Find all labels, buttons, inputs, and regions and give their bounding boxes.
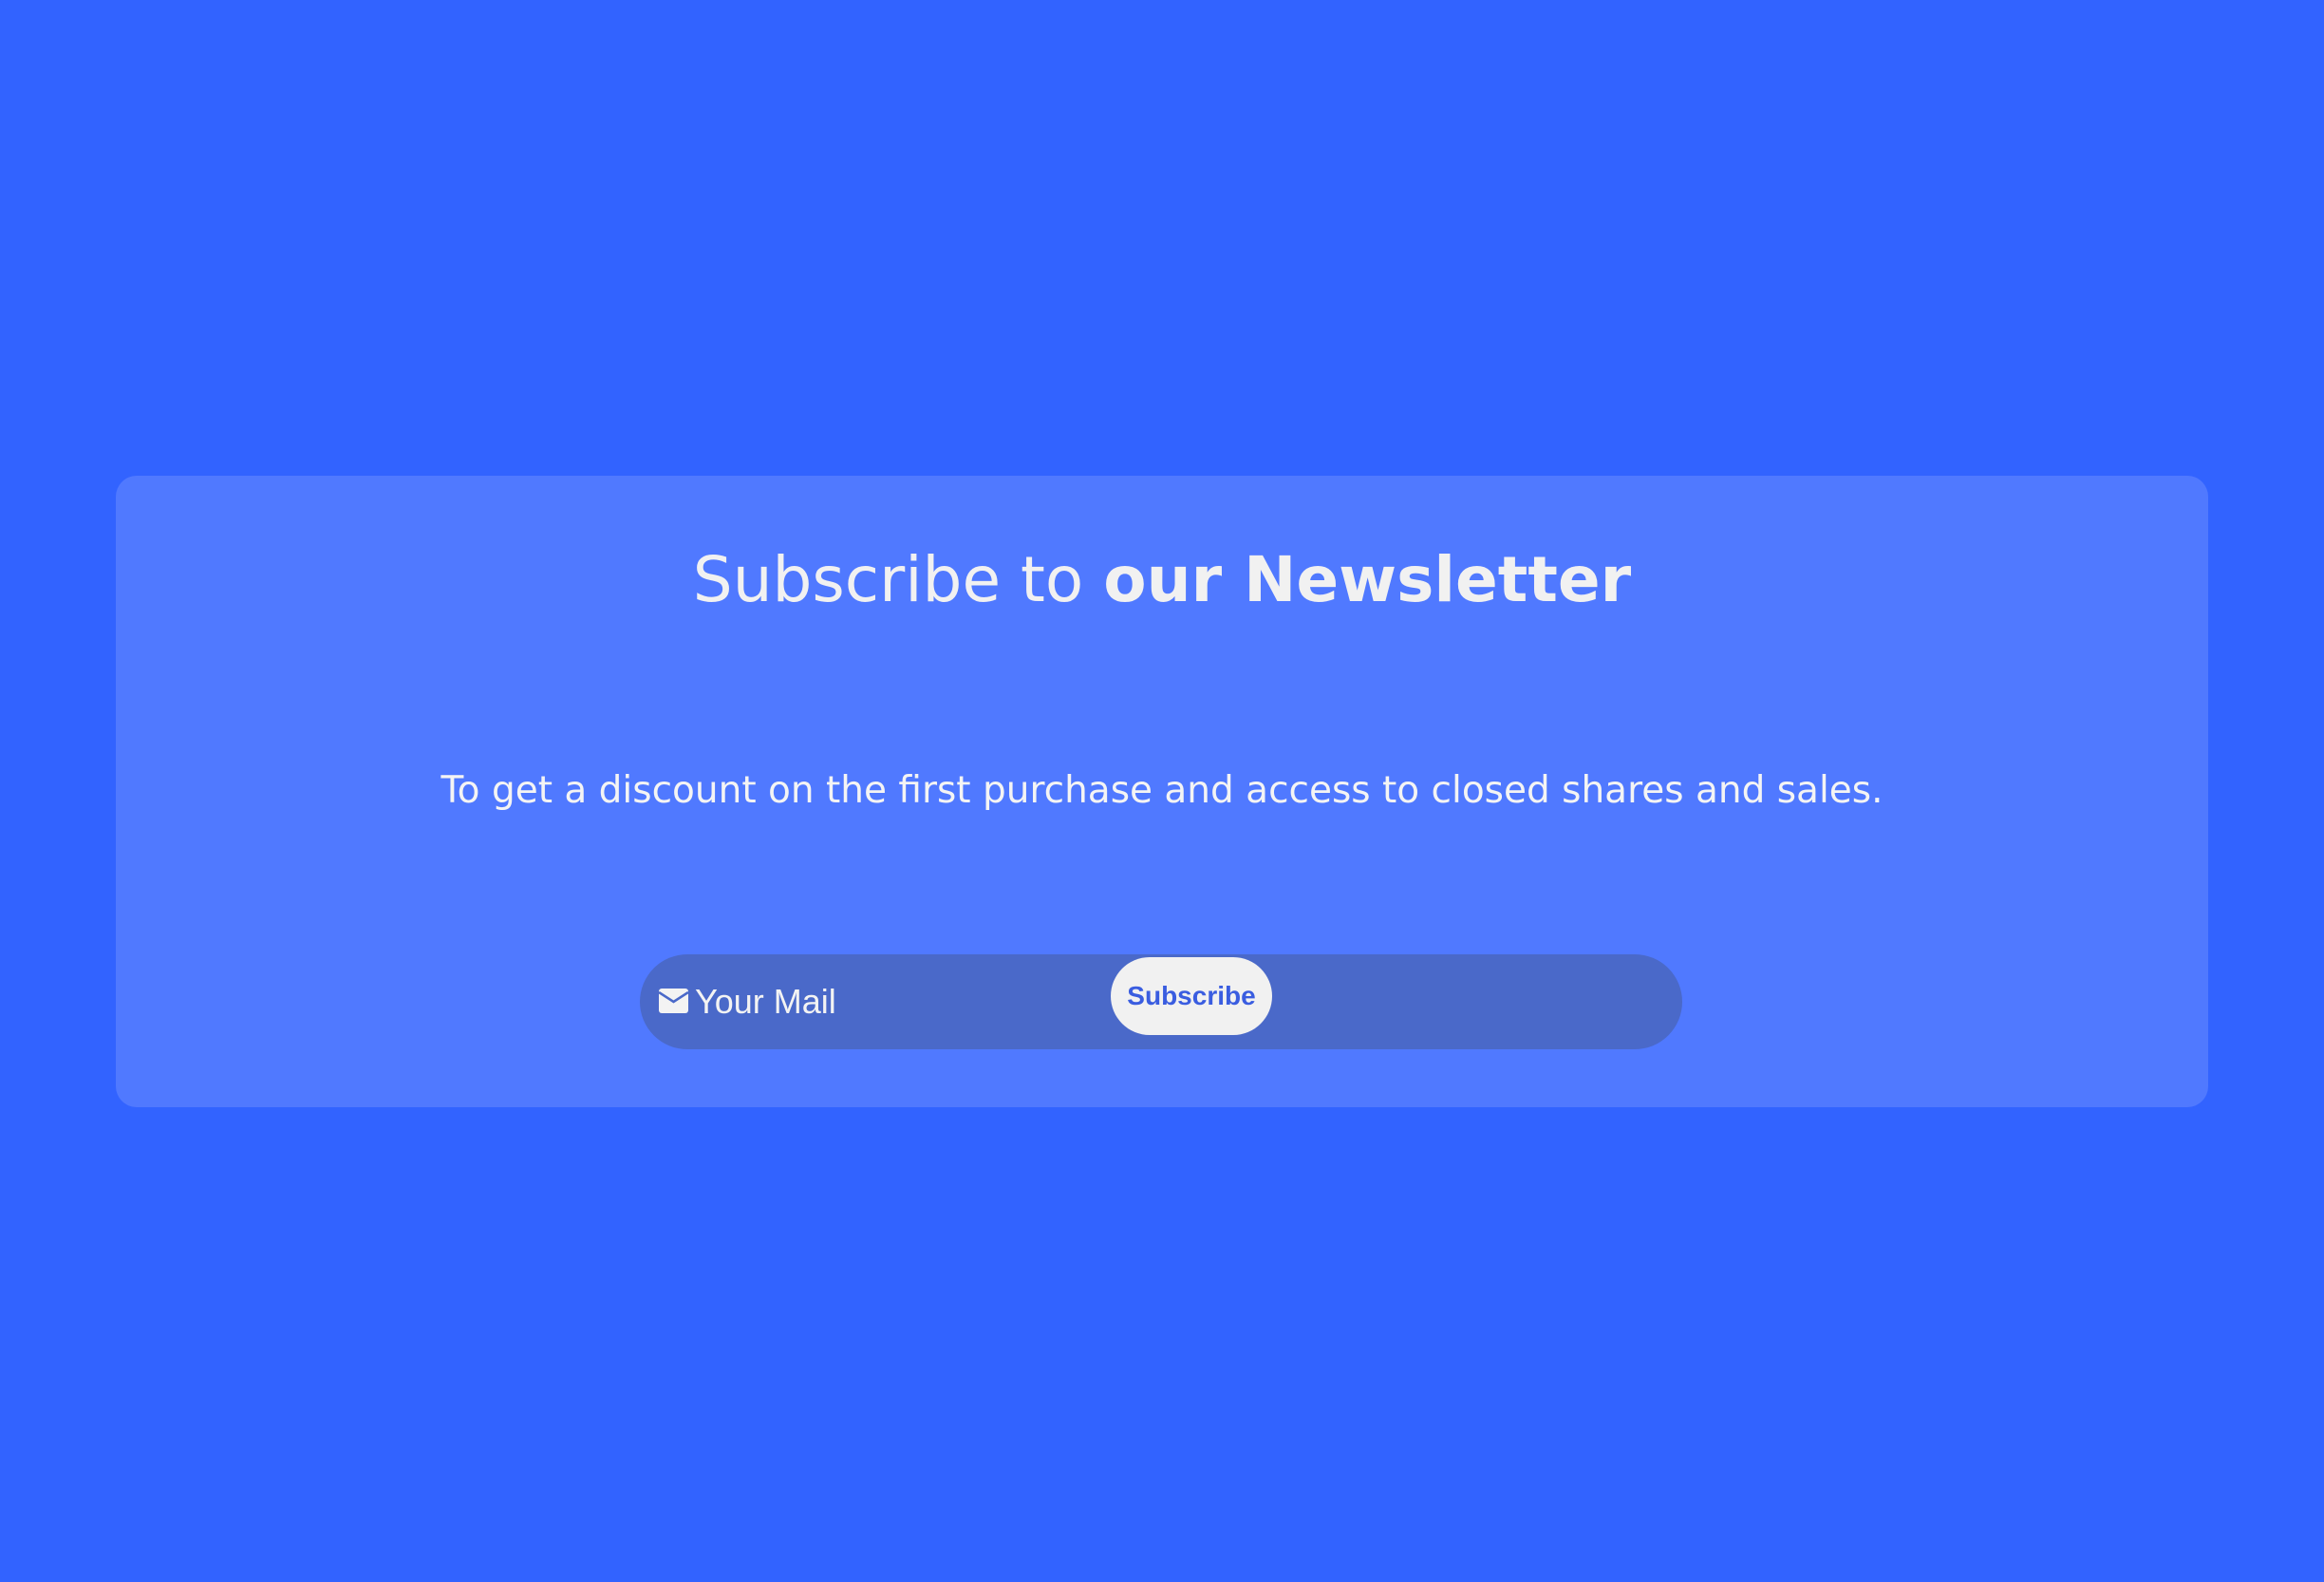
email-input[interactable] <box>695 971 1492 1032</box>
newsletter-description: To get a discount on the first purchase … <box>440 769 1884 812</box>
title-bold: our Newsletter <box>1103 543 1632 616</box>
subscribe-button[interactable]: Subscribe <box>1111 957 1272 1035</box>
envelope-icon <box>659 989 688 1013</box>
newsletter-title: Subscribe to our Newsletter <box>116 540 2208 620</box>
title-light: Subscribe to <box>692 543 1104 616</box>
newsletter-card: Subscribe to our Newsletter To get a dis… <box>116 476 2208 1107</box>
